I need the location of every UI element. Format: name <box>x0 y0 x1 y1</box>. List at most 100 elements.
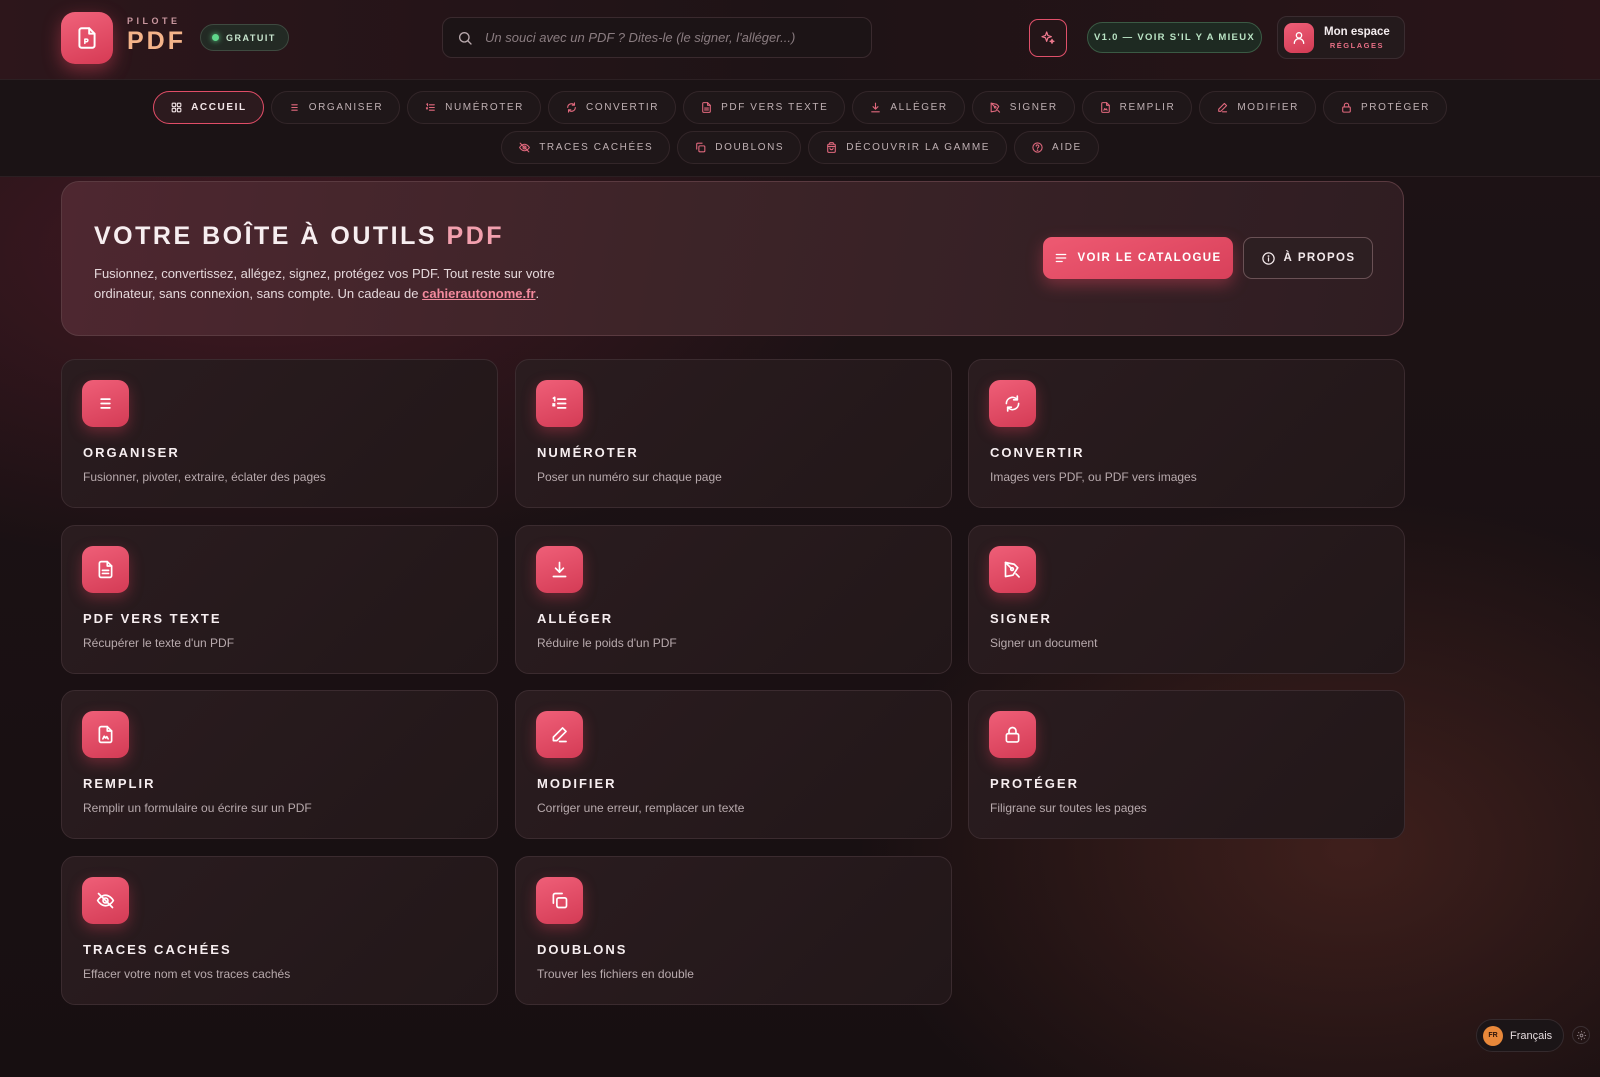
nav-tab-numeroter[interactable]: NUMÉROTER <box>407 91 541 124</box>
free-badge-label: GRATUIT <box>226 32 276 43</box>
tool-card-proteger[interactable]: PROTÉGER Filigrane sur toutes les pages <box>968 690 1405 839</box>
nav-tab-label: CONVERTIR <box>586 102 660 113</box>
tool-card-modifier[interactable]: MODIFIER Corriger une erreur, remplacer u… <box>515 690 952 839</box>
numbered-list-icon <box>549 393 570 414</box>
avatar <box>1284 22 1314 53</box>
tool-card-icon <box>989 380 1036 427</box>
nav-tab-pdf-vers-texte[interactable]: PDF VERS TEXTE <box>683 91 846 124</box>
file-pdf-icon <box>78 27 96 49</box>
list-icon <box>95 393 116 414</box>
info-icon <box>1261 251 1275 265</box>
tool-card-description: Signer un document <box>990 636 1098 650</box>
search-input[interactable] <box>485 30 871 45</box>
settings-link[interactable]: RÉGLAGES <box>1330 41 1384 50</box>
pencil-icon <box>549 724 570 745</box>
main-nav: ACCUEIL ORGANISER NUMÉROTER CONVERTIR PDF VE… <box>0 80 1600 177</box>
refresh-icon <box>565 101 578 114</box>
version-button[interactable]: V1.0 — VOIR S'IL Y A MIEUX <box>1087 22 1262 53</box>
copy-icon <box>694 141 707 154</box>
nav-row-primary: ACCUEIL ORGANISER NUMÉROTER CONVERTIR PDF VE… <box>0 91 1600 124</box>
search-icon <box>459 31 472 45</box>
copy-icon <box>549 890 570 911</box>
pen-tool-icon <box>1002 559 1023 580</box>
tool-card-title: DOUBLONS <box>537 942 628 957</box>
tool-card-icon <box>82 711 129 758</box>
nav-tab-proteger[interactable]: PROTÉGER <box>1323 91 1447 124</box>
nav-tab-doublons[interactable]: DOUBLONS <box>677 131 802 164</box>
pen-tool-icon <box>989 101 1002 114</box>
tool-card-title: MODIFIER <box>537 776 617 791</box>
hero-description: Fusionnez, convertissez, allégez, signez… <box>94 264 594 304</box>
tool-card-organiser[interactable]: ORGANISER Fusionner, pivoter, extraire, é… <box>61 359 498 508</box>
nav-tab-convertir[interactable]: CONVERTIR <box>548 91 677 124</box>
site-link[interactable]: cahierautonome.fr <box>422 286 535 301</box>
search-box[interactable] <box>442 17 872 58</box>
nav-tab-alleger[interactable]: ALLÉGER <box>852 91 965 124</box>
tool-card-icon <box>536 380 583 427</box>
hero-banner: VOTRE BOÎTE À OUTILS PDF Fusionnez, conv… <box>61 181 1404 336</box>
sparkle-icon <box>1041 31 1055 44</box>
account-name: Mon espace <box>1324 25 1390 38</box>
tool-card-pdf-vers-texte[interactable]: PDF VERS TEXTE Récupérer le texte d'un PD… <box>61 525 498 674</box>
tool-card-traces-cachees[interactable]: TRACES CACHÉES Effacer votre nom et vos t… <box>61 856 498 1005</box>
catalogue-button[interactable]: VOIR LE CATALOGUE <box>1043 237 1233 279</box>
tool-card-description: Réduire le poids d'un PDF <box>537 636 677 650</box>
tool-card-remplir[interactable]: REMPLIR Remplir un formulaire ou écrire s… <box>61 690 498 839</box>
file-text-icon <box>95 559 116 580</box>
nav-tab-label: SIGNER <box>1009 102 1058 113</box>
tool-card-signer[interactable]: SIGNER Signer un document <box>968 525 1405 674</box>
tool-card-icon <box>536 546 583 593</box>
app-logo[interactable] <box>61 12 113 64</box>
hero-title: VOTRE BOÎTE À OUTILS PDF <box>94 222 504 251</box>
assistant-button[interactable] <box>1029 19 1067 57</box>
tool-card-description: Fusionner, pivoter, extraire, éclater de… <box>83 470 326 484</box>
catalogue-button-label: VOIR LE CATALOGUE <box>1077 252 1222 264</box>
nav-tab-label: MODIFIER <box>1237 102 1299 113</box>
tool-card-title: NUMÉROTER <box>537 445 639 460</box>
list-icon <box>288 101 301 114</box>
pencil-icon <box>1216 101 1229 114</box>
hero-title-accent: PDF <box>446 222 505 250</box>
tool-card-title: PROTÉGER <box>990 776 1079 791</box>
nav-tab-label: ORGANISER <box>308 102 384 113</box>
tool-card-description: Effacer votre nom et vos traces cachés <box>83 967 291 981</box>
app-header: PILOTE PDF GRATUIT V1.0 — VOIR S'IL Y A … <box>0 0 1600 80</box>
tool-card-icon <box>82 877 129 924</box>
refresh-icon <box>1002 393 1023 414</box>
account-button[interactable]: Mon espace RÉGLAGES <box>1277 16 1405 59</box>
nav-tab-label: ACCUEIL <box>191 102 247 113</box>
tool-card-title: PDF VERS TEXTE <box>83 611 222 626</box>
tool-card-description: Images vers PDF, ou PDF vers images <box>990 470 1197 484</box>
nav-tab-label: ALLÉGER <box>890 102 948 113</box>
lock-icon <box>1002 724 1023 745</box>
tool-card-title: TRACES CACHÉES <box>83 942 232 957</box>
nav-tab-label: AIDE <box>1052 142 1082 153</box>
tool-card-description: Filigrane sur toutes les pages <box>990 801 1147 815</box>
nav-tab-accueil[interactable]: ACCUEIL <box>153 91 264 124</box>
flag-fr-icon: FR <box>1483 1025 1503 1046</box>
tool-card-doublons[interactable]: DOUBLONS Trouver les fichiers en double <box>515 856 952 1005</box>
nav-tab-aide[interactable]: AIDE <box>1014 131 1099 164</box>
nav-tab-remplir[interactable]: REMPLIR <box>1081 91 1193 124</box>
eye-off-icon <box>518 141 531 154</box>
help-icon <box>1031 141 1044 154</box>
nav-tab-label: DOUBLONS <box>715 142 785 153</box>
nav-tab-decouvrir-la-gamme[interactable]: DÉCOUVRIR LA GAMME <box>808 131 1008 164</box>
tool-card-numeroter[interactable]: NUMÉROTER Poser un numéro sur chaque page <box>515 359 952 508</box>
nav-row-secondary: TRACES CACHÉES DOUBLONS DÉCOUVRIR LA GAMME… <box>0 131 1600 164</box>
about-button[interactable]: À PROPOS <box>1243 237 1373 279</box>
tool-card-convertir[interactable]: CONVERTIR Images vers PDF, ou PDF vers im… <box>968 359 1405 508</box>
tool-card-description: Corriger une erreur, remplacer un texte <box>537 801 745 815</box>
free-badge: GRATUIT <box>200 24 289 51</box>
settings-button[interactable] <box>1572 1026 1590 1044</box>
numbered-list-icon <box>424 101 437 114</box>
nav-tab-modifier[interactable]: MODIFIER <box>1199 91 1316 124</box>
tool-card-icon <box>989 711 1036 758</box>
tool-card-alleger[interactable]: ALLÉGER Réduire le poids d'un PDF <box>515 525 952 674</box>
brand-title: PDF <box>127 27 186 55</box>
hero-title-main: VOTRE BOÎTE À OUTILS <box>94 222 438 250</box>
nav-tab-signer[interactable]: SIGNER <box>971 91 1075 124</box>
language-selector[interactable]: FR Français <box>1476 1019 1564 1052</box>
nav-tab-organiser[interactable]: ORGANISER <box>270 91 401 124</box>
nav-tab-traces-cachees[interactable]: TRACES CACHÉES <box>501 131 671 164</box>
